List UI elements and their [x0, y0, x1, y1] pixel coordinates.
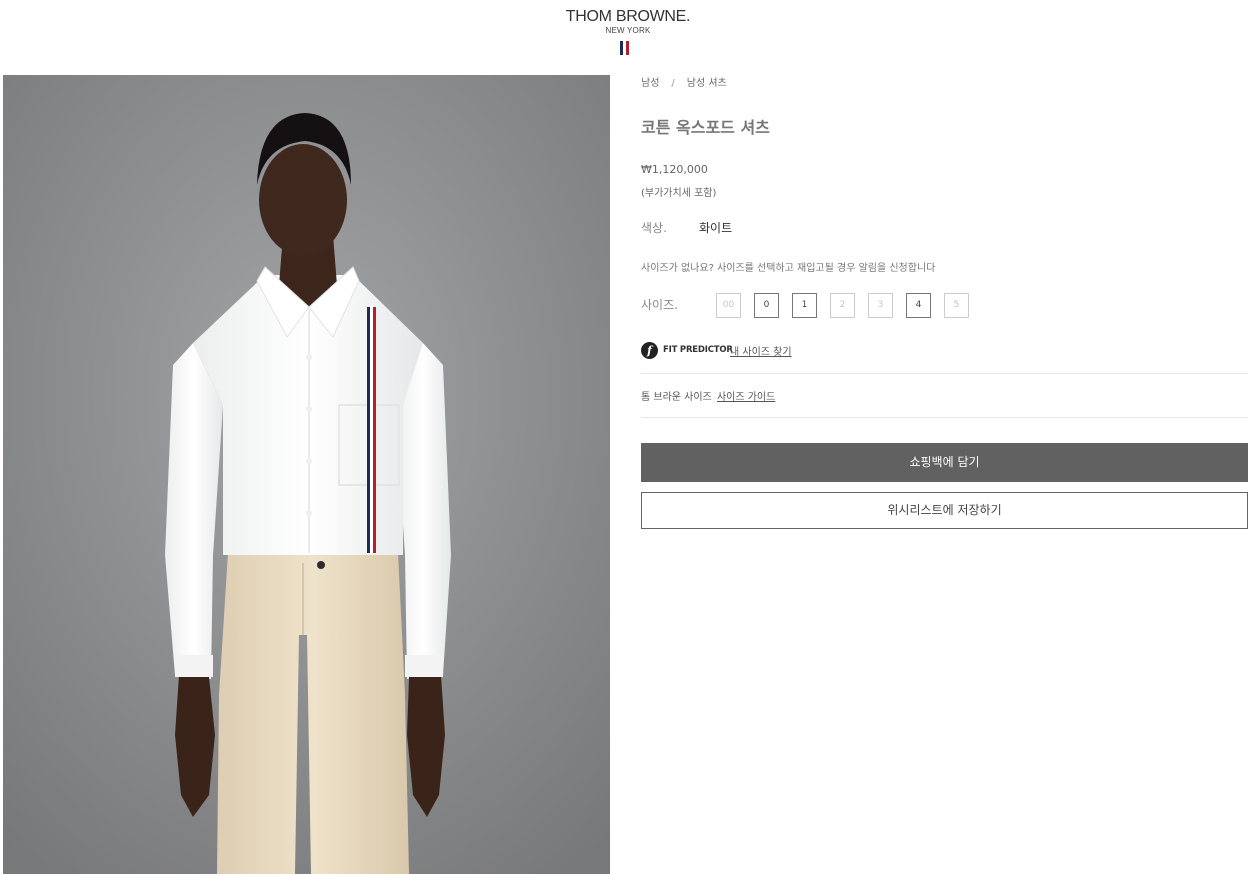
size-option-5[interactable]: 5	[944, 293, 969, 318]
size-guide-row: 톰 브라운 사이즈 사이즈 가이드	[641, 388, 775, 403]
vat-note: (부가가치세 포함)	[641, 188, 717, 199]
breadcrumb: 남성 / 남성 셔츠	[641, 74, 727, 89]
color-row: 색상. 화이트	[641, 219, 732, 236]
fit-predictor-icon: f	[641, 342, 658, 359]
brand-logo[interactable]: THOM BROWNE. NEW YORK	[0, 0, 1256, 66]
size-guide-link[interactable]: 사이즈 가이드	[717, 392, 775, 403]
fit-predictor-name: FIT PREDICTOR	[663, 345, 733, 355]
product-price: ₩1,120,000	[641, 163, 708, 176]
tricolor-flag-icon	[620, 41, 634, 55]
product-title: 코튼 옥스포드 셔츠	[641, 118, 770, 137]
brand-name: THOM BROWNE.	[565, 8, 691, 25]
size-option-4[interactable]: 4	[906, 293, 931, 318]
size-guide-text: 톰 브라운 사이즈	[641, 392, 712, 403]
find-my-size-link[interactable]: 내 사이즈 찾기	[730, 343, 792, 358]
size-option-0[interactable]: 0	[754, 293, 779, 318]
add-to-bag-button[interactable]: 쇼핑백에 담기	[641, 443, 1248, 482]
brand-city: NEW YORK	[605, 26, 651, 35]
size-option-00[interactable]: 00	[716, 293, 741, 318]
breadcrumb-separator: /	[671, 78, 675, 89]
breadcrumb-item-men-shirts[interactable]: 남성 셔츠	[687, 78, 727, 89]
divider	[641, 373, 1248, 374]
product-image[interactable]	[3, 75, 610, 874]
size-notice: 사이즈가 없나요? 사이즈를 선택하고 재입고될 경우 알림을 신청합니다	[641, 263, 936, 274]
breadcrumb-item-men[interactable]: 남성	[641, 78, 659, 89]
size-option-3[interactable]: 3	[868, 293, 893, 318]
size-option-1[interactable]: 1	[792, 293, 817, 318]
save-to-wishlist-button[interactable]: 위시리스트에 저장하기	[641, 492, 1248, 529]
color-label: 색상.	[641, 221, 667, 235]
color-value: 화이트	[699, 221, 733, 235]
size-option-2[interactable]: 2	[830, 293, 855, 318]
size-label: 사이즈.	[641, 298, 678, 312]
divider	[641, 417, 1248, 418]
